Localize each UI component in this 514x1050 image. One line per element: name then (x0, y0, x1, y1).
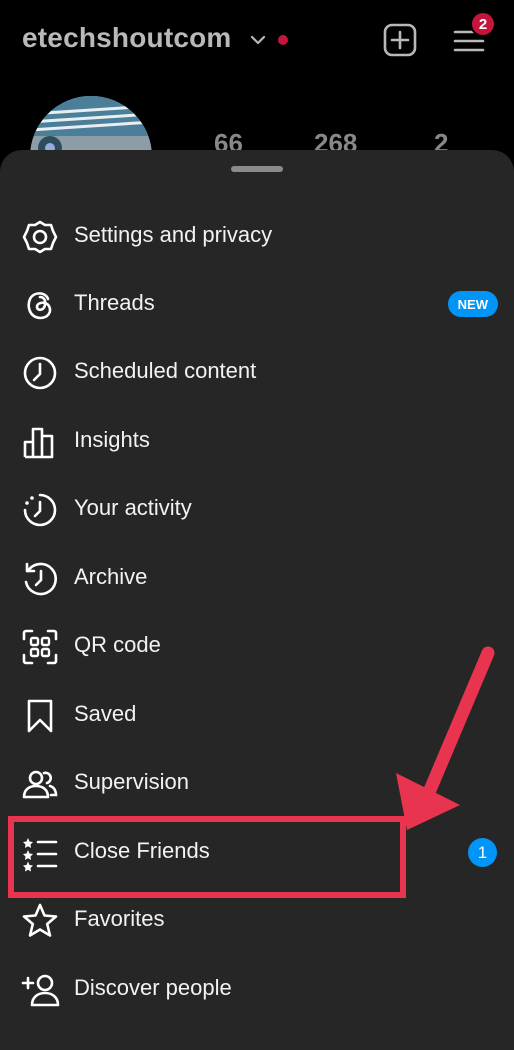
insights-bar-icon (23, 427, 54, 459)
archive-icon (24, 562, 57, 596)
bookmark-icon (27, 699, 53, 733)
menu-item-label: Archive (74, 564, 148, 589)
create-post-icon[interactable] (382, 22, 418, 58)
annotation-arrow-icon (396, 646, 495, 830)
menu-item-settings[interactable]: Settings and privacy (0, 202, 514, 270)
menu-item-label: Your activity (74, 495, 192, 520)
settings-icon (22, 220, 58, 254)
menu-item-label: Settings and privacy (74, 222, 273, 247)
menu-item-label: Discover people (74, 975, 232, 1000)
menu-item-label: Favorites (74, 906, 165, 931)
activity-icon (23, 493, 57, 527)
menu-item-threads[interactable]: Threads NEW (0, 270, 514, 338)
menu-item-archive[interactable]: Archive (0, 544, 514, 612)
highlight-box (8, 816, 406, 898)
menu-item-label: Insights (74, 427, 150, 452)
menu-item-label: Scheduled content (74, 358, 257, 383)
add-person-icon (21, 974, 60, 1007)
notification-badge: 2 (470, 11, 496, 37)
menu-item-insights[interactable]: Insights (0, 407, 514, 475)
new-badge: NEW (447, 291, 498, 317)
profile-header: etechshoutcom 2 66 268 2 (0, 0, 514, 218)
menu-item-your-activity[interactable]: Your activity (0, 475, 514, 543)
clock-icon (23, 356, 57, 390)
menu-item-label: QR code (74, 632, 161, 657)
options-sheet: Settings and privacy Threads NEW Schedul… (0, 150, 514, 1050)
chevron-down-icon[interactable] (248, 30, 268, 50)
menu-item-discover-people[interactable]: Discover people (0, 955, 514, 1023)
menu-item-scheduled-content[interactable]: Scheduled content (0, 338, 514, 406)
username[interactable]: etechshoutcom (22, 22, 232, 54)
star-icon (22, 903, 58, 937)
menu-item-label: Saved (74, 701, 137, 726)
sheet-drag-handle[interactable] (231, 166, 283, 172)
supervision-icon (22, 770, 58, 799)
menu-item-label: Threads (74, 290, 155, 315)
unread-dot (278, 35, 288, 45)
menu-item-label: Supervision (74, 769, 189, 794)
threads-icon (27, 292, 52, 320)
qr-code-icon (22, 629, 58, 665)
